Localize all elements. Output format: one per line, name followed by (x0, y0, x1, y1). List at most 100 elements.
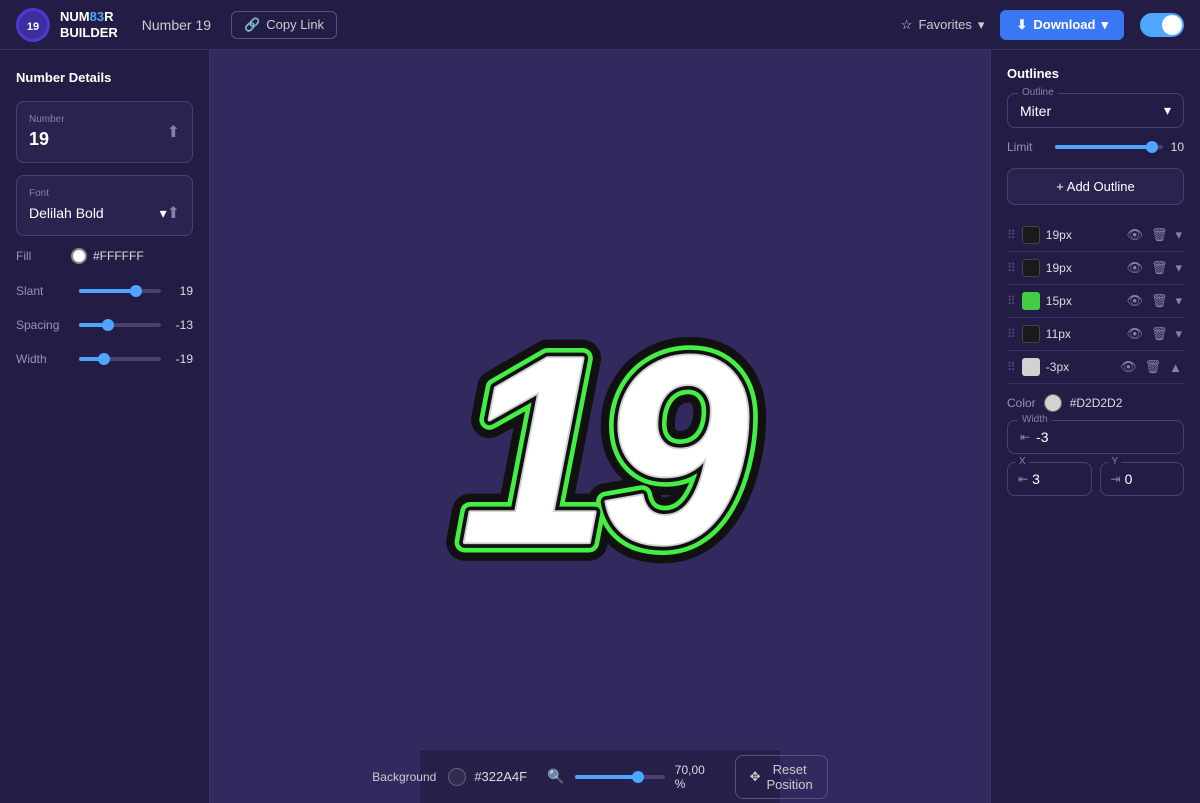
width-input[interactable] (1036, 429, 1096, 445)
outline-px-value: 19px (1046, 228, 1119, 242)
outline-delete-button[interactable]: 🗑 (1143, 357, 1164, 377)
outline-expand-button[interactable]: ▾ (1173, 225, 1184, 245)
outline-type-select[interactable]: Miter ▾ (1020, 102, 1171, 119)
background-label: Background (372, 770, 436, 784)
outline-visibility-button[interactable]: 👁 (1124, 225, 1145, 245)
number-field-wrap: Number (29, 114, 109, 150)
slant-slider[interactable] (79, 289, 161, 293)
width-label: Width (16, 352, 71, 366)
x-label: X (1016, 456, 1029, 467)
outline-type-value: Miter (1020, 103, 1051, 119)
fill-color-value: #FFFFFF (93, 249, 144, 263)
color-row: Color #D2D2D2 (1007, 394, 1184, 412)
y-input[interactable] (1125, 471, 1165, 487)
width-icon: ⇤ (1020, 430, 1030, 444)
y-icon: ⇥ (1111, 472, 1121, 486)
spacing-row: Spacing -13 (16, 318, 193, 332)
outline-color-swatch[interactable] (1022, 226, 1040, 244)
outline-selected-color-swatch[interactable] (1044, 394, 1062, 412)
y-input-row: ⇥ (1111, 471, 1174, 487)
fill-color-circle[interactable] (71, 248, 87, 264)
x-input[interactable] (1032, 471, 1072, 487)
xy-row: X ⇤ Y ⇥ (1007, 462, 1184, 496)
outline-expand-button[interactable]: ▾ (1173, 291, 1184, 311)
logo-text: NUM83R BUILDER (60, 9, 118, 40)
limit-value: 10 (1171, 140, 1184, 154)
color-label: Color (1007, 396, 1036, 410)
number-label: Number (29, 114, 109, 125)
reset-position-button[interactable]: ✥ Reset Position (735, 755, 828, 799)
svg-text:19: 19 (460, 300, 750, 584)
outline-color-swatch[interactable] (1022, 358, 1040, 376)
reset-icon: ✥ (750, 769, 761, 785)
canvas-area: 19 19 19 19 19 Background #322A4F 🔍 (210, 50, 990, 803)
font-select[interactable]: Delilah Bold ▾ (29, 205, 167, 222)
zoom-area: 🔍 70,00 % (547, 763, 714, 791)
spacing-value: -13 (169, 318, 193, 332)
width-box: Width ⇤ (1007, 420, 1184, 454)
outline-color-swatch[interactable] (1022, 259, 1040, 277)
outline-actions: 👁 🗑 ▾ (1124, 225, 1184, 245)
background-color-circle[interactable] (448, 768, 466, 786)
outline-color-swatch[interactable] (1022, 325, 1040, 343)
outlines-title: Outlines (1007, 66, 1184, 81)
outline-expand-button[interactable]: ▾ (1173, 324, 1184, 344)
outline-color-swatch[interactable] (1022, 292, 1040, 310)
chevron-down-icon: ▾ (160, 205, 167, 222)
slant-row: Slant 19 (16, 284, 193, 298)
chevron-down-icon: ▾ (978, 17, 985, 33)
upload-icon-button[interactable]: ⬆ (167, 122, 180, 142)
outline-expand-button[interactable]: ▾ (1173, 258, 1184, 278)
logo-area: 19 NUM83R BUILDER (16, 8, 118, 42)
left-panel-title: Number Details (16, 70, 193, 85)
drag-handle[interactable]: ⠿ (1007, 228, 1016, 242)
outline-delete-button[interactable]: 🗑 (1149, 225, 1170, 245)
outline-visibility-button[interactable]: 👁 (1124, 324, 1145, 344)
svg-text:19: 19 (27, 21, 39, 33)
outline-actions: 👁 🗑 ▾ (1124, 324, 1184, 344)
outline-selected-color-hex: #D2D2D2 (1070, 396, 1123, 410)
limit-row: Limit 10 (1007, 140, 1184, 154)
zoom-value: 70,00 % (675, 763, 715, 791)
logo-icon: 19 (16, 8, 50, 42)
outline-item-3: ⠿ 15px 👁 🗑 ▾ (1007, 285, 1184, 318)
zoom-slider[interactable] (575, 775, 665, 779)
y-box: Y ⇥ (1100, 462, 1185, 496)
outline-delete-button[interactable]: 🗑 (1149, 291, 1170, 311)
number-input-group: Number ⬆ (16, 101, 193, 163)
outline-px-value: 11px (1046, 327, 1119, 341)
outline-px-value: 15px (1046, 294, 1119, 308)
drag-handle[interactable]: ⠿ (1007, 327, 1016, 341)
page-title: Number 19 (142, 17, 211, 33)
number-input[interactable] (29, 129, 109, 150)
drag-handle[interactable]: ⠿ (1007, 261, 1016, 275)
outline-visibility-button[interactable]: 👁 (1118, 357, 1139, 377)
add-outline-button[interactable]: + Add Outline (1007, 168, 1184, 205)
font-upload-button[interactable]: ⬆ (167, 203, 180, 223)
number-row: Number ⬆ (29, 114, 180, 150)
download-icon: ⬇ (1016, 17, 1027, 33)
width-value: -19 (169, 352, 193, 366)
limit-label: Limit (1007, 140, 1047, 154)
outline-visibility-button[interactable]: 👁 (1124, 291, 1145, 311)
spacing-label: Spacing (16, 318, 71, 332)
theme-toggle[interactable] (1140, 13, 1184, 37)
drag-handle[interactable]: ⠿ (1007, 294, 1016, 308)
favorites-button[interactable]: ☆ Favorites ▾ (901, 17, 985, 33)
outline-actions: 👁 🗑 ▲ (1118, 357, 1184, 377)
outline-collapse-button[interactable]: ▲ (1167, 358, 1184, 377)
spacing-slider[interactable] (79, 323, 161, 327)
outline-delete-button[interactable]: 🗑 (1149, 324, 1170, 344)
outline-delete-button[interactable]: 🗑 (1149, 258, 1170, 278)
width-slider[interactable] (79, 357, 161, 361)
outline-visibility-button[interactable]: 👁 (1124, 258, 1145, 278)
width-input-row: ⇤ (1020, 429, 1171, 445)
limit-slider[interactable] (1055, 145, 1163, 149)
download-button[interactable]: ⬇ Download ▾ (1000, 10, 1124, 40)
drag-handle[interactable]: ⠿ (1007, 360, 1016, 374)
header-right: ☆ Favorites ▾ ⬇ Download ▾ (901, 10, 1184, 40)
copy-link-button[interactable]: 🔗 Copy Link (231, 11, 337, 39)
y-label: Y (1109, 456, 1122, 467)
link-icon: 🔗 (244, 17, 260, 33)
x-icon: ⇤ (1018, 472, 1028, 486)
